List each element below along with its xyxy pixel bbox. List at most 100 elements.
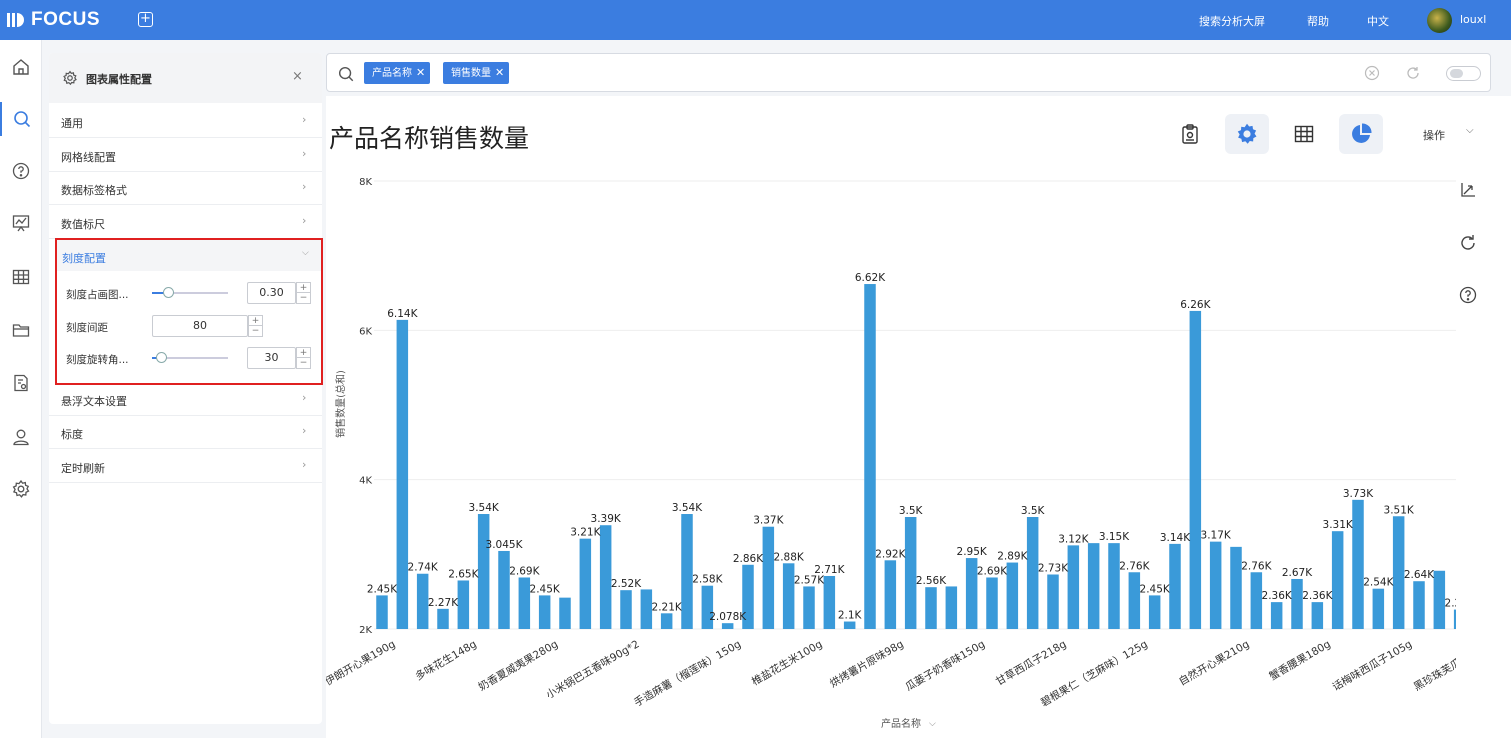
bar[interactable] bbox=[1067, 545, 1080, 629]
bar[interactable] bbox=[1433, 570, 1446, 629]
bar[interactable] bbox=[498, 550, 510, 629]
bar[interactable] bbox=[1311, 602, 1324, 629]
bar[interactable] bbox=[1331, 531, 1344, 629]
section-value-ruler[interactable]: 数值标尺 › bbox=[49, 205, 322, 239]
nav-settings[interactable] bbox=[0, 472, 42, 506]
table-view-button[interactable] bbox=[1282, 114, 1326, 154]
logo[interactable]: FOCUS bbox=[6, 9, 100, 31]
chevron-right-icon: › bbox=[302, 458, 307, 471]
section-timed-refresh[interactable]: 定时刷新 › bbox=[49, 449, 322, 483]
nav-dashboard[interactable] bbox=[0, 206, 42, 240]
language-switch[interactable]: 中文 bbox=[1367, 13, 1389, 29]
bar[interactable] bbox=[762, 526, 775, 629]
bar[interactable] bbox=[823, 575, 836, 629]
bar[interactable] bbox=[538, 595, 551, 629]
bar[interactable] bbox=[477, 514, 490, 629]
bar[interactable] bbox=[1413, 581, 1425, 629]
chart-help-button[interactable] bbox=[1456, 283, 1480, 307]
y-axis-expand-icon[interactable]: › bbox=[341, 400, 345, 410]
bar[interactable] bbox=[803, 586, 815, 629]
new-tab-button[interactable]: + bbox=[138, 12, 153, 27]
remove-chip-icon[interactable]: ✕ bbox=[416, 66, 425, 79]
bar[interactable] bbox=[437, 608, 449, 629]
bar[interactable] bbox=[925, 587, 937, 629]
toggle-switch[interactable] bbox=[1446, 66, 1481, 81]
bar[interactable] bbox=[518, 577, 531, 629]
nav-home[interactable] bbox=[0, 50, 42, 84]
bar[interactable] bbox=[559, 597, 571, 629]
bar[interactable] bbox=[1047, 574, 1059, 629]
bar[interactable] bbox=[986, 577, 998, 629]
bar[interactable] bbox=[1230, 546, 1242, 629]
bar[interactable] bbox=[1209, 541, 1222, 629]
bar[interactable] bbox=[1453, 609, 1456, 629]
avatar[interactable] bbox=[1427, 8, 1452, 33]
bar[interactable] bbox=[660, 613, 673, 629]
bar[interactable] bbox=[1352, 499, 1364, 629]
search-chip-product-name[interactable]: 产品名称 ✕ bbox=[364, 62, 431, 84]
section-hover-text[interactable]: 悬浮文本设置 › bbox=[49, 382, 322, 416]
bar[interactable] bbox=[376, 595, 388, 629]
bar[interactable] bbox=[1270, 602, 1283, 629]
refresh-icon[interactable] bbox=[1405, 65, 1421, 81]
bar[interactable] bbox=[579, 538, 592, 629]
close-icon[interactable]: × bbox=[292, 69, 303, 84]
bar[interactable] bbox=[1189, 310, 1202, 629]
bar[interactable] bbox=[1291, 578, 1303, 629]
section-scale[interactable]: 标度 › bbox=[49, 415, 322, 449]
chart-type-button[interactable] bbox=[1339, 114, 1383, 154]
bar[interactable] bbox=[1148, 595, 1161, 629]
chevron-right-icon: › bbox=[302, 180, 307, 193]
remove-chip-icon[interactable]: ✕ bbox=[495, 66, 504, 79]
bar[interactable] bbox=[396, 319, 409, 629]
bar[interactable] bbox=[1006, 562, 1019, 629]
bar[interactable] bbox=[782, 563, 795, 629]
nav-user[interactable] bbox=[0, 420, 42, 454]
bar[interactable] bbox=[457, 580, 470, 629]
section-gridlines[interactable]: 网格线配置 › bbox=[49, 138, 322, 172]
bar[interactable] bbox=[843, 621, 856, 629]
bar[interactable] bbox=[721, 623, 734, 629]
search-bar[interactable]: 产品名称 ✕ 销售数量 ✕ bbox=[326, 53, 1491, 92]
table-icon bbox=[1294, 125, 1314, 143]
operations-dropdown[interactable]: 操作 bbox=[1423, 127, 1445, 143]
bar[interactable] bbox=[904, 517, 917, 629]
search-icon bbox=[338, 66, 354, 82]
bar[interactable] bbox=[1026, 517, 1039, 629]
bar[interactable] bbox=[620, 590, 632, 629]
user-name[interactable]: louxl bbox=[1460, 13, 1486, 26]
bar[interactable] bbox=[1087, 543, 1100, 629]
bar[interactable] bbox=[640, 589, 653, 629]
search-screen-link[interactable]: 搜索分析大屏 bbox=[1199, 13, 1265, 29]
nav-help[interactable] bbox=[0, 154, 42, 188]
bar[interactable] bbox=[965, 558, 978, 629]
axis-toggle-button[interactable] bbox=[1456, 178, 1480, 202]
nav-table[interactable] bbox=[0, 260, 42, 294]
bar[interactable] bbox=[416, 573, 429, 629]
x-tick-label: 话梅味西瓜子105g bbox=[1330, 637, 1414, 693]
section-general[interactable]: 通用 › bbox=[49, 104, 322, 138]
nav-report[interactable] bbox=[0, 366, 42, 400]
x-axis-chevron-icon[interactable]: ⌵ bbox=[929, 719, 936, 729]
help-link[interactable]: 帮助 bbox=[1307, 13, 1329, 29]
search-chip-sales-qty[interactable]: 销售数量 ✕ bbox=[443, 62, 510, 84]
bar[interactable] bbox=[599, 525, 612, 629]
clear-circle-icon[interactable] bbox=[1364, 65, 1380, 81]
clipboard-button[interactable] bbox=[1168, 114, 1212, 154]
bar[interactable] bbox=[884, 560, 897, 629]
bar[interactable] bbox=[1128, 572, 1141, 629]
bar[interactable] bbox=[1250, 572, 1263, 629]
bar[interactable] bbox=[1392, 516, 1405, 629]
bar[interactable] bbox=[681, 514, 693, 629]
bar[interactable] bbox=[945, 586, 958, 629]
nav-folder[interactable] bbox=[0, 313, 42, 347]
bar[interactable] bbox=[1372, 588, 1385, 629]
reset-button[interactable] bbox=[1456, 231, 1480, 255]
bar[interactable] bbox=[1169, 543, 1181, 629]
bar[interactable] bbox=[864, 284, 876, 629]
bar[interactable] bbox=[1108, 543, 1120, 629]
section-data-label-format[interactable]: 数据标签格式 › bbox=[49, 171, 322, 205]
chevron-down-icon[interactable]: ⌵ bbox=[1466, 125, 1474, 136]
nav-search[interactable] bbox=[0, 102, 42, 136]
chart-settings-button[interactable] bbox=[1225, 114, 1269, 154]
